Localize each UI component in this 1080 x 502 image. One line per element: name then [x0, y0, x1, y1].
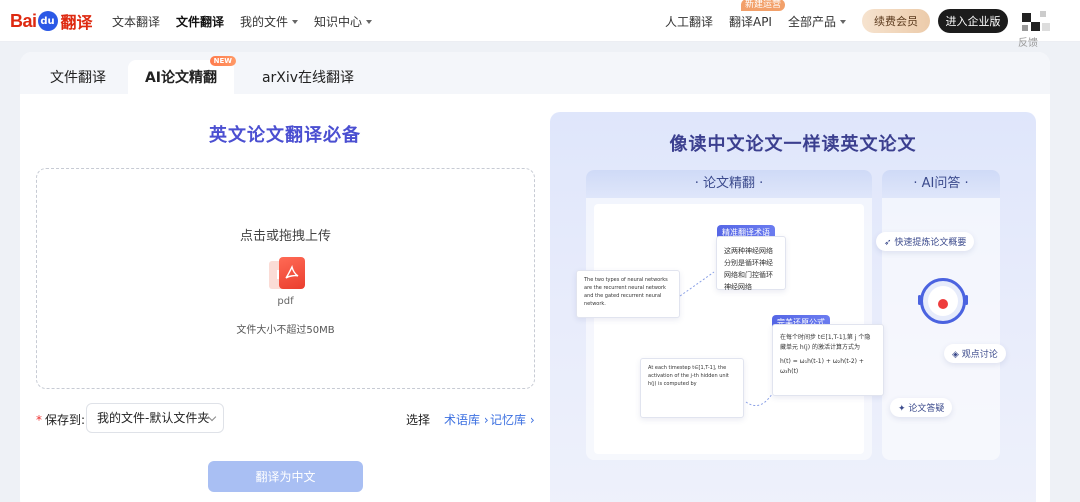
file-type-icons: F: [269, 257, 309, 293]
translate-to-chinese-button[interactable]: 翻译为中文: [208, 461, 363, 492]
nav-text-translate[interactable]: 文本翻译: [112, 13, 160, 30]
file-type-label: pdf: [277, 296, 294, 307]
nav-api-label: 翻译API: [728, 14, 772, 29]
nav-my-files[interactable]: 我的文件: [240, 13, 299, 30]
tab-arxiv-translate[interactable]: arXiv在线翻译: [240, 60, 376, 94]
save-to-text: 保存到:: [45, 413, 86, 427]
save-to-row: * 保存到: 我的文件-默认文件夹 选择 术语库 › 记忆库 ›: [36, 403, 535, 433]
tab-ai-paper-translate[interactable]: AI论文精翻 NEW: [128, 56, 236, 94]
baidu-paw-icon: du: [37, 11, 58, 31]
save-to-label: * 保存到:: [36, 411, 85, 428]
promo-illustration: 像读中文论文一样读英文论文 · 论文精翻 · · AI问答 · 精准翻译术语 这…: [550, 112, 1036, 502]
tab-ai-paper-label: AI论文精翻: [144, 70, 218, 86]
file-dropzone[interactable]: 点击或拖拽上传 F pdf 文件大小不超过50MB: [36, 168, 535, 389]
avatar[interactable]: [1022, 7, 1052, 35]
nav-all-products[interactable]: 全部产品: [788, 13, 846, 30]
save-folder-value: 我的文件-默认文件夹: [97, 411, 210, 425]
api-promo-badge: 新建运营: [740, 0, 785, 11]
term-library-link[interactable]: 术语库 ›: [444, 411, 489, 428]
memory-library-link[interactable]: 记忆库 ›: [490, 411, 535, 428]
chevron-down-icon: [292, 20, 299, 24]
connector-lines: [679, 271, 773, 407]
new-badge: NEW: [209, 56, 236, 66]
required-mark: *: [36, 413, 42, 427]
nav-file-translate[interactable]: 文件翻译: [176, 13, 224, 30]
pdf-icon: [279, 257, 305, 289]
chevron-down-icon: [366, 20, 373, 24]
enterprise-button[interactable]: 进入企业版: [938, 9, 1008, 33]
save-folder-select[interactable]: 我的文件-默认文件夹: [86, 403, 224, 433]
tab-file-translate[interactable]: 文件翻译: [28, 60, 128, 94]
nav-knowledge-label: 知识中心: [314, 14, 363, 29]
top-nav: Bai du 翻译 文本翻译 文件翻译 我的文件 知识中心 人工翻译 新建运营 …: [0, 0, 1080, 42]
upload-prompt: 点击或拖拽上传: [239, 229, 331, 244]
memory-library-label: 记忆库: [490, 413, 527, 427]
nav-all-products-label: 全部产品: [787, 14, 836, 29]
nav-my-files-label: 我的文件: [240, 14, 289, 29]
nav-knowledge-center[interactable]: 知识中心: [314, 13, 373, 30]
logo-text-fanyi: 翻译: [60, 13, 93, 32]
nav-api[interactable]: 新建运营 翻译API: [728, 0, 785, 30]
baidu-fanyi-logo[interactable]: Bai du 翻译: [10, 8, 93, 34]
logo-text-bai: Bai: [10, 10, 37, 31]
upload-section-title: 英文论文翻译必备: [209, 125, 361, 146]
feedback-link[interactable]: 反馈: [1018, 34, 1038, 49]
chevron-down-icon: [840, 20, 846, 24]
nav-left: 文本翻译 文件翻译 我的文件 知识中心: [112, 0, 373, 42]
tab-bar: 文件翻译 AI论文精翻 NEW arXiv在线翻译: [20, 52, 1050, 94]
nav-human-translate[interactable]: 人工翻译: [665, 13, 713, 30]
file-size-limit: 文件大小不超过50MB: [236, 325, 335, 336]
term-library-label: 术语库: [444, 413, 481, 427]
select-label: 选择: [406, 413, 431, 427]
main-card: 文件翻译 AI论文精翻 NEW arXiv在线翻译 英文论文翻译必备 点击或拖拽…: [20, 52, 1050, 502]
renew-vip-button[interactable]: 续费会员: [862, 9, 930, 33]
